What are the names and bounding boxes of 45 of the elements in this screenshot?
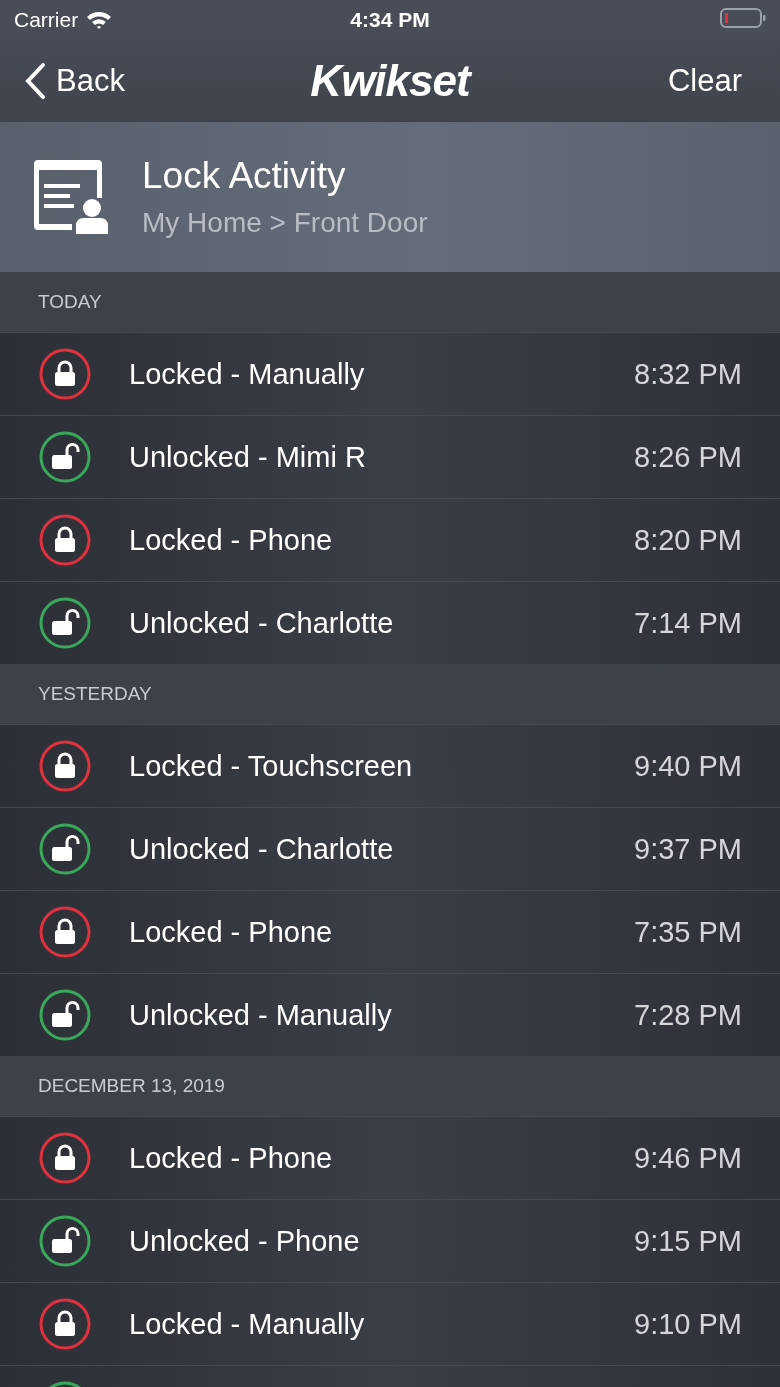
section-header: DECEMBER 13, 2019 [38, 1075, 225, 1097]
event-time: 7:14 PM [634, 606, 742, 640]
event-label: Unlocked - Phone [129, 1224, 361, 1258]
breadcrumb: My Home > Front Door [142, 207, 428, 239]
event-time: 9:15 PM [634, 1224, 742, 1258]
activity-row[interactable]: Locked - Phone 9:46 PM [0, 1116, 780, 1199]
event-time: 8:32 PM [634, 357, 742, 391]
carrier-name: Carrier [14, 8, 79, 32]
event-label: Locked - Phone [129, 1141, 334, 1175]
event-time: 9:40 PM [634, 749, 742, 783]
activity-row[interactable]: Unlocked - Mimi R 8:26 PM [0, 415, 780, 498]
section-header: YESTERDAY [38, 683, 152, 705]
event-time: 9:10 PM [634, 1307, 742, 1341]
event-label: Unlocked - Charlotte [129, 606, 395, 640]
event-label: Unlocked - Charlotte [129, 832, 395, 866]
activity-row[interactable]: Locked - Phone 8:20 PM [0, 498, 780, 581]
event-time: 7:28 PM [634, 998, 742, 1032]
event-time: 9:37 PM [634, 832, 742, 866]
status-time: 4:34 PM [350, 8, 430, 32]
event-label: Unlocked - Mimi R [129, 440, 367, 474]
event-label: Locked - Phone [129, 915, 334, 949]
clear-button[interactable]: Clear [667, 63, 742, 99]
event-time: 8:26 PM [634, 440, 742, 474]
event-time: 7:35 PM [634, 915, 742, 949]
event-label: Locked - Phone [129, 523, 334, 557]
activity-row[interactable]: Unlocked - Phone 9:15 PM [0, 1199, 780, 1282]
brand-logo: Kwikset [310, 56, 470, 106]
page-title: Lock Activity [142, 155, 347, 197]
wifi-icon [86, 10, 113, 30]
activity-row[interactable]: Locked - Manually 9:10 PM [0, 1282, 780, 1365]
activity-log-icon [32, 158, 108, 236]
activity-row[interactable]: Unlocked - Charlotte 9:37 PM [0, 807, 780, 890]
event-label: Unlocked - Manually [129, 998, 393, 1032]
battery-icon [720, 7, 766, 29]
event-time: 8:20 PM [634, 523, 742, 557]
event-label: Locked - Touchscreen [129, 749, 414, 783]
activity-row[interactable]: Locked - Manually 8:32 PM [0, 332, 780, 415]
event-label: Locked - Manually [129, 357, 366, 391]
event-time: 9:46 PM [634, 1141, 742, 1175]
activity-row[interactable]: Locked - Touchscreen 9:40 PM [0, 724, 780, 807]
activity-row[interactable]: Locked - Phone 7:35 PM [0, 890, 780, 973]
chevron-left-icon [24, 62, 46, 100]
event-label: Locked - Manually [129, 1307, 366, 1341]
back-button[interactable]: Back [24, 62, 125, 100]
section-header: TODAY [38, 291, 102, 313]
